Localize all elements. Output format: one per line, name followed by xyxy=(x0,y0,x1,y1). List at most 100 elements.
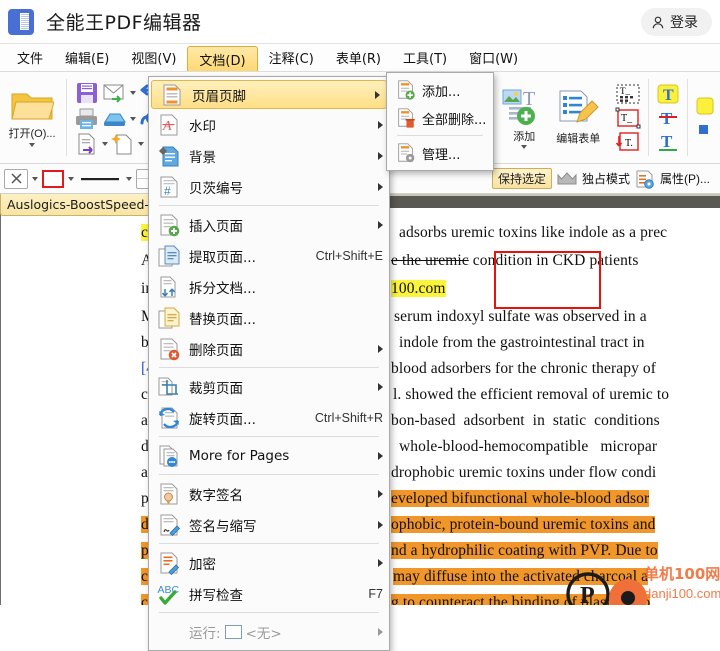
properties-gear-icon[interactable] xyxy=(634,169,656,189)
menu-item-more-for-pages[interactable]: More for Pages xyxy=(149,440,389,471)
chevron-down-icon[interactable] xyxy=(29,143,35,147)
color-swatch-button[interactable] xyxy=(42,169,64,188)
no-fill-icon xyxy=(10,173,22,184)
menu-item-window[interactable]: 窗口(W) xyxy=(458,44,529,71)
menu-item-file[interactable]: 文件 xyxy=(6,44,54,71)
menu-item-signature-initials[interactable]: 签名与缩写 xyxy=(149,509,389,540)
properties-label[interactable]: 属性(P)... xyxy=(660,170,710,187)
submenu-item-delete-all[interactable]: 全部删除... xyxy=(387,104,493,132)
menu-label: More for Pages xyxy=(189,447,290,464)
exclusive-mode-label[interactable]: 独占模式 xyxy=(582,170,630,187)
menu-label: 提取页面... xyxy=(189,249,256,266)
menu-item-spellcheck[interactable]: ABC 拼写检查 F7 xyxy=(149,578,389,609)
svg-text:T_: T_ xyxy=(620,86,630,96)
menu-item-insert-page[interactable]: 插入页面 xyxy=(149,209,389,240)
doc-text-line: whole-blood-hemocompatible micropar xyxy=(399,438,658,455)
scan-button[interactable] xyxy=(102,108,128,130)
new-doc-button[interactable] xyxy=(110,132,136,156)
file-tab-label: Auslogics-BoostSpeed-13 xyxy=(7,197,162,212)
edit-form-button[interactable]: 编辑表单 xyxy=(551,87,605,148)
menu-item-run-script[interactable]: 运行: <无> xyxy=(149,616,389,647)
new-doc-chevron-down-icon[interactable] xyxy=(137,141,144,146)
document-dropdown-menu[interactable]: 页眉页脚 A 水印 背景 # 贝茨编号 插入页面 提取页面... Ctrl+Sh… xyxy=(148,76,390,651)
submenu-arrow-icon xyxy=(378,220,383,229)
export-page-icon xyxy=(78,133,95,154)
login-button[interactable]: 登录 xyxy=(641,8,712,36)
header-footer-submenu[interactable]: 添加... 全部删除... 管理... xyxy=(386,72,494,171)
menu-label: 签名与缩写 xyxy=(189,518,257,535)
menu-label: 加密 xyxy=(189,556,216,573)
file-tab[interactable]: Auslogics-BoostSpeed-13 xyxy=(0,194,162,216)
print-button[interactable] xyxy=(74,107,100,131)
save-button[interactable] xyxy=(74,80,100,106)
menu-item-delete-page[interactable]: 删除页面 xyxy=(149,333,389,364)
export-button[interactable] xyxy=(74,132,100,156)
menu-item-bates-numbering[interactable]: # 贝茨编号 xyxy=(149,171,389,202)
strikethrough-text-icon: T xyxy=(659,109,678,128)
square-blue-button[interactable] xyxy=(695,119,715,139)
menu-item-watermark[interactable]: A 水印 xyxy=(149,109,389,140)
menu-item-edit[interactable]: 编辑(E) xyxy=(54,44,120,71)
title-bar: 全能王PDF编辑器 登录 xyxy=(0,0,720,44)
open-button[interactable]: 打开(O)... xyxy=(5,86,59,149)
menu-item-form[interactable]: 表单(R) xyxy=(325,44,392,71)
submenu-label: 添加... xyxy=(422,84,461,100)
no-fill-button[interactable] xyxy=(4,168,28,189)
doc-text-line: eveloped bifunctional whole-blood adsor xyxy=(391,490,650,507)
menu-item-background[interactable]: 背景 xyxy=(149,140,389,171)
delete-page-icon xyxy=(160,338,180,360)
text-field-box-button[interactable]: T_ xyxy=(615,107,641,129)
scanner-icon xyxy=(103,113,126,126)
menu-item-replace-page[interactable]: 替换页面... xyxy=(149,302,389,333)
add-label: 添加 xyxy=(513,130,536,143)
doc-text-line: ophobic, protein-bound uremic toxins and xyxy=(391,516,656,533)
scan-chevron-down-icon[interactable] xyxy=(129,116,136,121)
menu-item-extract-page[interactable]: 提取页面... Ctrl+Shift+E xyxy=(149,240,389,271)
watermark-icon: A xyxy=(160,114,178,135)
edit-form-pencil-icon xyxy=(559,90,599,123)
menu-item-comment[interactable]: 注释(C) xyxy=(258,44,325,71)
color-chevron-down-icon[interactable] xyxy=(68,176,74,181)
underline-text-button[interactable]: T xyxy=(656,131,680,153)
menu-item-view[interactable]: 视图(V) xyxy=(120,44,187,71)
text-field-dotted-button[interactable]: T_ xyxy=(615,83,641,105)
doc-text-line: indole from the gastrointestinal tract i… xyxy=(399,334,645,351)
menu-separator xyxy=(159,543,379,544)
menu-item-encrypt[interactable]: 加密 xyxy=(149,547,389,578)
svg-text:A: A xyxy=(162,119,172,134)
line-style-chevron-down-icon[interactable] xyxy=(126,176,132,181)
strikethrough-text-button[interactable]: T xyxy=(656,107,680,129)
run-spacer xyxy=(157,620,181,644)
toolbar-group-text-style: T T T xyxy=(651,72,685,163)
add-button[interactable]: T 添加 xyxy=(497,85,551,151)
menu-item-tools[interactable]: 工具(T) xyxy=(392,44,458,71)
submenu-item-add[interactable]: 添加... xyxy=(387,76,493,104)
highlight-text-button[interactable]: T xyxy=(656,83,680,105)
no-fill-chevron-down-icon[interactable] xyxy=(32,176,38,181)
svg-text:T: T xyxy=(523,88,535,110)
submenu-item-manage[interactable]: 管理... xyxy=(387,139,493,167)
run-prefix-label: 运行: xyxy=(189,625,221,642)
line-style-button[interactable] xyxy=(78,169,122,189)
note-yellow-button[interactable] xyxy=(695,96,715,116)
email-button[interactable] xyxy=(102,82,128,104)
run-script-icon xyxy=(224,624,242,639)
crown-icon[interactable] xyxy=(556,170,578,188)
menu-label: 拆分文档... xyxy=(189,280,256,297)
menu-item-rotate-page[interactable]: 旋转页面... Ctrl+Shift+R xyxy=(149,402,389,433)
add-chevron-down-icon[interactable] xyxy=(521,144,528,149)
email-chevron-down-icon[interactable] xyxy=(129,90,136,95)
red-rectangle-annotation[interactable] xyxy=(494,251,601,309)
menu-item-split-document[interactable]: 拆分文档... xyxy=(149,271,389,302)
text-field-wrap-button[interactable]: T. xyxy=(615,131,641,153)
menu-item-digital-signature[interactable]: 数字签名 xyxy=(149,478,389,509)
menu-label: 删除页面 xyxy=(189,342,243,359)
keep-selected-button[interactable]: 保持选定 xyxy=(491,168,552,189)
menu-item-crop-page[interactable]: 裁剪页面 xyxy=(149,371,389,402)
menu-item-document[interactable]: 文档(D) xyxy=(187,46,258,71)
svg-text:T: T xyxy=(663,87,674,104)
export-chevron-down-icon[interactable] xyxy=(101,141,108,146)
crop-page-icon xyxy=(158,377,178,395)
menu-item-header-footer[interactable]: 页眉页脚 xyxy=(151,80,387,109)
save-floppy-icon xyxy=(76,82,97,103)
